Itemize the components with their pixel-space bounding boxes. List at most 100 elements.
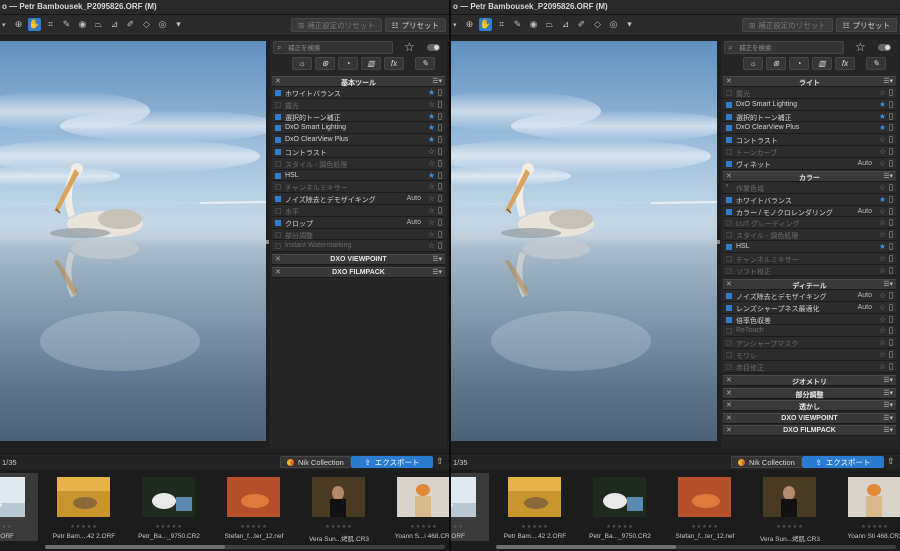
tool-row[interactable]: 選択的トーン補正 ★ <box>272 110 445 123</box>
tool-toggle-checkbox[interactable] <box>726 113 732 120</box>
tool-toggle-checkbox[interactable] <box>726 137 732 144</box>
favorite-star-icon[interactable]: ☆ <box>428 194 435 203</box>
tool-options-icon[interactable] <box>438 171 442 179</box>
tool-toggle-checkbox[interactable] <box>275 148 281 155</box>
filmstrip-thumbnail[interactable]: ★★★★★ Petr Bam....42 2.ORF <box>45 473 123 541</box>
favorite-star-icon[interactable]: ★ <box>428 88 435 97</box>
tool-toggle-checkbox[interactable] <box>726 148 732 155</box>
tool-toggle-checkbox[interactable] <box>275 231 281 238</box>
favorite-star-icon[interactable]: ★ <box>428 171 435 180</box>
palette-menu-icon[interactable]: ☰▾ <box>883 172 893 180</box>
tool-toggle-checkbox[interactable] <box>726 90 732 96</box>
search-box[interactable]: ⌕ <box>273 41 393 54</box>
filmstrip-thumbnail[interactable]: ★★★★★ Petr_Ba..._9750.CR2 <box>581 473 659 541</box>
tool-row[interactable]: モワレ ☆ <box>723 348 896 361</box>
rating-stars[interactable]: ★★★★★ <box>581 524 659 530</box>
favorite-star-icon[interactable]: ☆ <box>879 147 886 156</box>
tool-row[interactable]: ヴィネット Auto ☆ <box>723 157 896 170</box>
tool-toggle-checkbox[interactable] <box>726 316 732 323</box>
tool-toggle-checkbox[interactable] <box>275 207 281 214</box>
image-viewer[interactable] <box>0 41 266 441</box>
preset-button[interactable]: ☷ プリセット <box>384 18 446 32</box>
tool-row[interactable]: コントラスト ☆ <box>272 145 445 158</box>
tool-options-icon[interactable] <box>889 327 893 335</box>
rating-stars[interactable]: ★★★★★ <box>496 524 574 530</box>
favorite-star-icon[interactable]: ☆ <box>879 291 886 300</box>
favorite-star-icon[interactable]: ☆ <box>428 206 435 215</box>
brush-icon[interactable]: ✎ <box>415 57 435 70</box>
tool-toggle-checkbox[interactable] <box>726 125 732 132</box>
favorite-star-icon[interactable]: ☆ <box>879 254 886 263</box>
filmstrip-thumbnail[interactable]: ★★★★★ 5826.ORF <box>0 473 38 541</box>
dropdown-icon[interactable]: ▾ <box>172 18 185 31</box>
tool-options-icon[interactable] <box>889 159 893 167</box>
favorite-star-icon[interactable]: ☆ <box>428 159 435 168</box>
local-adjust-icon[interactable]: ◇ <box>140 18 153 31</box>
tool-options-icon[interactable] <box>438 195 442 203</box>
favorite-star-icon[interactable]: ☆ <box>879 303 886 312</box>
perspective-icon[interactable]: ⏢ <box>92 18 105 31</box>
tool-options-icon[interactable] <box>889 147 893 155</box>
tool-options-icon[interactable] <box>438 112 442 120</box>
tool-options-icon[interactable] <box>889 292 893 299</box>
favorite-star-icon[interactable]: ☆ <box>428 100 435 109</box>
tool-options-icon[interactable] <box>438 230 442 238</box>
favorite-star-icon[interactable]: ☆ <box>428 182 435 191</box>
tool-row[interactable]: ホワイトバランス ★ <box>272 87 445 99</box>
rating-stars[interactable]: ★★★★★ <box>751 524 829 530</box>
filmstrip-thumbnail[interactable]: ★★★★★ Yoann Sti 468.CR2 <box>836 473 900 541</box>
tool-row[interactable]: チャンネルミキサー ☆ <box>272 181 445 194</box>
tool-options-icon[interactable] <box>438 159 442 167</box>
rating-stars[interactable]: ★★★★★ <box>0 524 38 530</box>
rating-stars[interactable]: ★★★★★ <box>300 524 378 530</box>
rating-stars[interactable]: ★★★★★ <box>666 524 744 530</box>
tool-toggle-checkbox[interactable] <box>275 101 281 108</box>
detail-icon[interactable]: ◔ <box>789 57 809 70</box>
tool-row[interactable]: DxO Smart Lighting ★ <box>272 122 445 135</box>
tool-toggle-checkbox[interactable] <box>726 267 732 274</box>
dropdown-icon[interactable]: ▾ <box>623 18 636 31</box>
tool-toggle-checkbox[interactable] <box>726 208 732 215</box>
tool-options-icon[interactable] <box>889 303 893 311</box>
tool-row[interactable]: Instant Watermarking ☆ <box>272 240 445 253</box>
repair-icon[interactable]: ✐ <box>124 18 137 31</box>
scrollbar-thumb[interactable] <box>45 545 225 549</box>
favorite-star-icon[interactable]: ★ <box>879 123 886 132</box>
detail-icon[interactable]: ◔ <box>338 57 358 70</box>
reset-button[interactable]: ⊞ 補正設定のリセット <box>290 18 382 32</box>
tool-toggle-checkbox[interactable] <box>726 255 732 262</box>
tool-options-icon[interactable] <box>438 218 442 226</box>
tool-toggle-checkbox[interactable] <box>726 220 732 227</box>
favorite-star-icon[interactable]: ★ <box>879 195 886 204</box>
tool-row[interactable]: ノイズ除去とデモザイキング Auto ☆ <box>723 290 896 302</box>
favorite-star-icon[interactable]: ☆ <box>428 147 435 156</box>
tool-row[interactable]: ノイズ除去とデモザイキング Auto ☆ <box>272 193 445 205</box>
favorite-star-icon[interactable]: ☆ <box>428 218 435 227</box>
palette-menu-icon[interactable]: ☰▾ <box>883 426 893 434</box>
favorite-star-icon[interactable]: ☆ <box>428 230 435 239</box>
hand-icon[interactable]: ✋ <box>479 18 492 31</box>
fx-icon[interactable]: fx <box>835 57 855 70</box>
geometry-icon[interactable]: ▥ <box>812 57 832 70</box>
tool-row[interactable]: クロップ Auto ☆ <box>272 216 445 229</box>
favorite-star-icon[interactable]: ★ <box>428 135 435 144</box>
sun-icon[interactable]: ☼ <box>292 57 312 70</box>
tool-options-icon[interactable] <box>438 147 442 155</box>
favorite-star-icon[interactable]: ☆ <box>879 218 886 227</box>
collapsed-palette-header[interactable]: ✕ ジオメトリ ☰▾ <box>723 375 896 386</box>
tool-options-icon[interactable] <box>889 219 893 227</box>
tool-options-icon[interactable] <box>889 339 893 347</box>
filmstrip-scrollbar[interactable] <box>496 545 896 549</box>
tool-options-icon[interactable] <box>889 350 893 358</box>
collapsed-palette-header[interactable]: ✕ 部分調整 ☰▾ <box>723 387 896 399</box>
tool-options-icon[interactable] <box>889 124 893 132</box>
filmstrip-thumbnail[interactable]: ★★★★★ Stefan_f...ter_12.nef <box>215 473 293 541</box>
tool-row[interactable]: 露光 ☆ <box>723 87 896 99</box>
collapsed-palette-header[interactable]: ✕ DXO FILMPACK ☰▾ <box>723 425 896 436</box>
tool-options-icon[interactable] <box>438 89 442 96</box>
tool-options-icon[interactable] <box>889 184 893 191</box>
tool-row[interactable]: スタイル - 調色処理 ☆ <box>723 229 896 241</box>
favorite-star-icon[interactable]: ★ <box>428 123 435 132</box>
geometry-icon[interactable]: ▥ <box>361 57 381 70</box>
tool-options-icon[interactable] <box>889 207 893 215</box>
